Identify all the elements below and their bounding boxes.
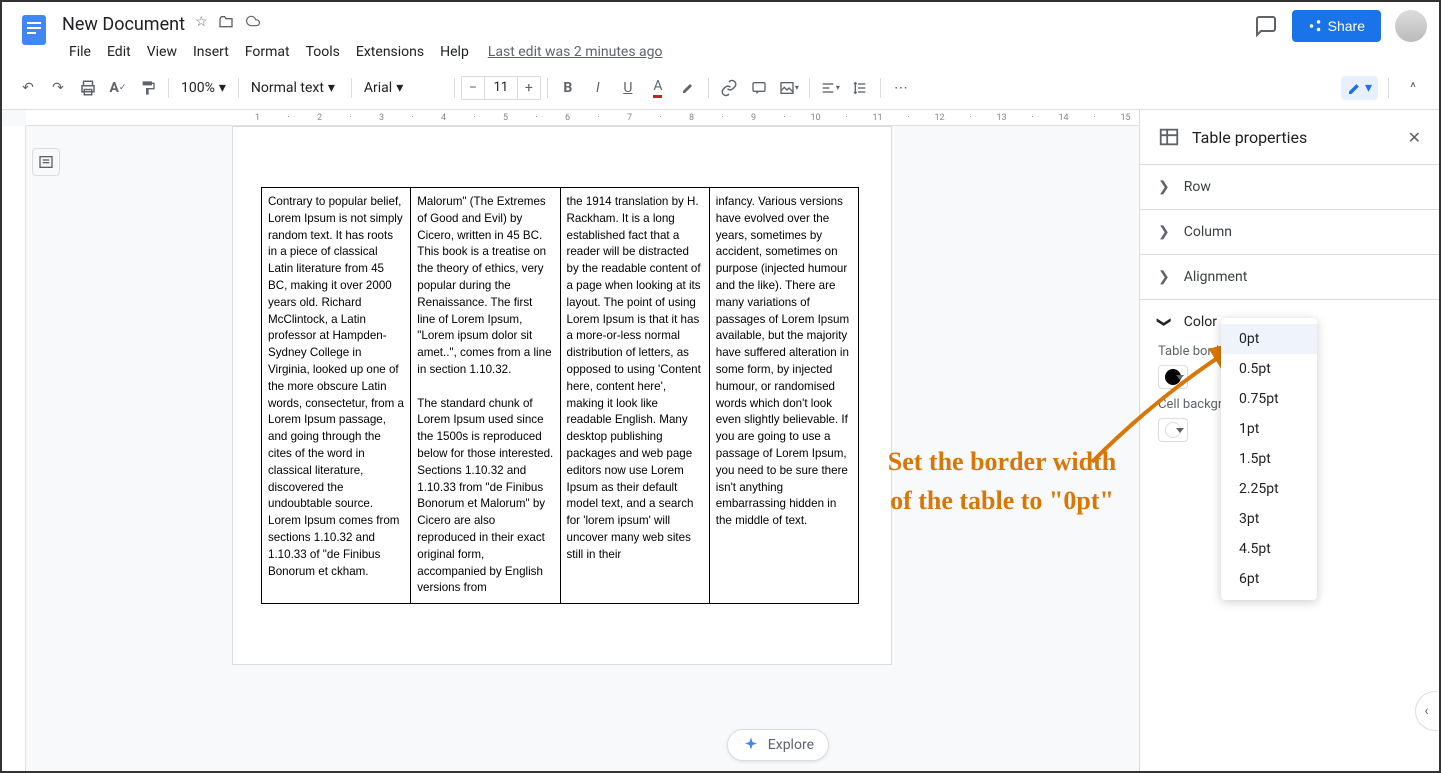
undo-button[interactable]: ↶	[14, 74, 42, 102]
comments-icon[interactable]	[1254, 14, 1278, 38]
border-color-picker[interactable]	[1158, 365, 1188, 389]
sidebar-title: Table properties	[1192, 128, 1307, 147]
print-button[interactable]	[74, 74, 102, 102]
menu-help[interactable]: Help	[433, 40, 476, 64]
border-width-option-3pt[interactable]: 3pt	[1221, 504, 1317, 534]
border-width-option-6pt[interactable]: 6pt	[1221, 564, 1317, 594]
document-page[interactable]: Contrary to popular belief, Lorem Ipsum …	[232, 126, 892, 665]
menu-extensions[interactable]: Extensions	[349, 40, 431, 64]
italic-button[interactable]: I	[584, 74, 612, 102]
paint-format-button[interactable]	[134, 74, 162, 102]
border-width-option-2.25pt[interactable]: 2.25pt	[1221, 474, 1317, 504]
line-spacing-button[interactable]	[846, 74, 874, 102]
cell-background-picker[interactable]	[1158, 418, 1188, 442]
border-width-dropdown: 0pt 0.5pt 0.75pt 1pt 1.5pt 2.25pt 3pt 4.…	[1221, 318, 1317, 600]
bold-button[interactable]: B	[554, 74, 582, 102]
vertical-ruler	[2, 126, 26, 771]
border-width-option-4.5pt[interactable]: 4.5pt	[1221, 534, 1317, 564]
chevron-right-icon: ❯	[1158, 269, 1170, 285]
menu-tools[interactable]: Tools	[299, 40, 347, 64]
border-width-option-0pt[interactable]: 0pt	[1221, 324, 1317, 354]
sidebar-section-row[interactable]: ❯ Row	[1140, 164, 1439, 209]
sidebar-section-alignment[interactable]: ❯ Alignment	[1140, 254, 1439, 299]
menu-file[interactable]: File	[62, 40, 98, 64]
docs-logo[interactable]	[14, 10, 54, 50]
font-select[interactable]: Arial▾	[358, 76, 448, 100]
share-label: Share	[1328, 18, 1365, 34]
border-width-option-0.75pt[interactable]: 0.75pt	[1221, 384, 1317, 414]
hide-menus-button[interactable]: ^	[1399, 74, 1427, 102]
insert-comment-button[interactable]	[745, 74, 773, 102]
chevron-down-icon: ❯	[1156, 316, 1172, 328]
border-width-option-0.5pt[interactable]: 0.5pt	[1221, 354, 1317, 384]
more-toolbar-button[interactable]: ⋯	[887, 74, 915, 102]
redo-button[interactable]: ↷	[44, 74, 72, 102]
document-title[interactable]: New Document	[62, 14, 185, 35]
highlight-button[interactable]	[674, 74, 702, 102]
spellcheck-button[interactable]: A✓	[104, 74, 132, 102]
outline-toggle-button[interactable]	[32, 148, 60, 176]
table-cell[interactable]: Contrary to popular belief, Lorem Ipsum …	[262, 188, 411, 604]
explore-button[interactable]: Explore	[727, 729, 829, 761]
menu-view[interactable]: View	[140, 40, 184, 64]
share-button[interactable]: Share	[1292, 10, 1381, 42]
last-edit-link[interactable]: Last edit was 2 minutes ago	[488, 44, 663, 60]
cloud-status-icon[interactable]	[244, 14, 262, 34]
zoom-select[interactable]: 100%▾	[175, 76, 232, 100]
underline-button[interactable]: U	[614, 74, 642, 102]
fontsize-value[interactable]: 11	[485, 76, 517, 100]
paragraph-style-select[interactable]: Normal text▾	[245, 76, 345, 100]
chevron-right-icon: ❯	[1158, 179, 1170, 195]
star-icon[interactable]: ☆	[195, 14, 208, 34]
fontsize-decrease[interactable]: −	[461, 76, 485, 100]
close-sidebar-button[interactable]: ✕	[1408, 128, 1421, 147]
document-table[interactable]: Contrary to popular belief, Lorem Ipsum …	[261, 187, 859, 604]
menu-edit[interactable]: Edit	[100, 40, 138, 64]
insert-image-button[interactable]: ▾	[775, 74, 803, 102]
table-cell[interactable]: Malorum" (The Extremes of Good and Evil)…	[411, 188, 560, 604]
text-color-button[interactable]: A	[644, 74, 672, 102]
sidebar-section-column[interactable]: ❯ Column	[1140, 209, 1439, 254]
chevron-right-icon: ❯	[1158, 224, 1170, 240]
horizontal-ruler: 1· 2· 3· 4· 5· 6· 7· 8· 9· 10· 11· 12· 1…	[26, 110, 1139, 126]
table-cell[interactable]: infancy. Various versions have evolved o…	[709, 188, 858, 604]
table-icon	[1158, 126, 1180, 148]
border-width-option-1pt[interactable]: 1pt	[1221, 414, 1317, 444]
user-avatar[interactable]	[1395, 10, 1427, 42]
border-width-option-1.5pt[interactable]: 1.5pt	[1221, 444, 1317, 474]
menu-format[interactable]: Format	[238, 40, 297, 64]
menu-insert[interactable]: Insert	[186, 40, 236, 64]
fontsize-increase[interactable]: +	[517, 76, 541, 100]
table-cell[interactable]: the 1914 translation by H. Rackham. It i…	[560, 188, 709, 604]
move-icon[interactable]	[218, 14, 234, 34]
editing-mode-button[interactable]: ▾	[1341, 76, 1378, 100]
align-button[interactable]: ▾	[816, 74, 844, 102]
insert-link-button[interactable]	[715, 74, 743, 102]
